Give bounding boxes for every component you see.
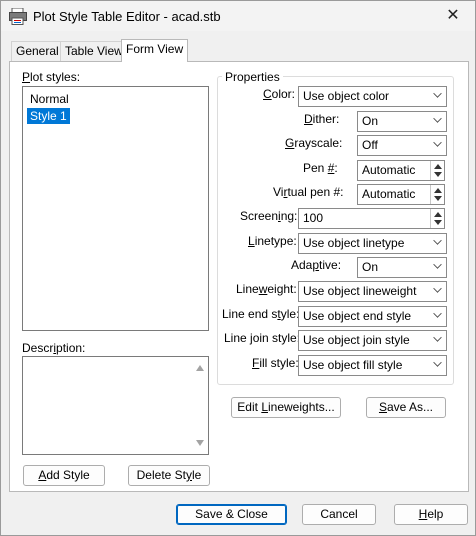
virtual-pen-label: Virtual pen #: bbox=[273, 185, 344, 199]
chevron-down-icon bbox=[433, 358, 442, 367]
screening-label: Screening: bbox=[240, 209, 298, 223]
grayscale-dropdown[interactable]: Off bbox=[357, 135, 447, 156]
fill-style-dropdown[interactable]: Use object fill style bbox=[298, 355, 447, 376]
color-label: Color: bbox=[263, 87, 296, 101]
description-label: Description: bbox=[22, 341, 86, 355]
spinner-arrows-icon[interactable] bbox=[430, 185, 444, 204]
window-title: Plot Style Table Editor - acad.stb bbox=[33, 9, 221, 24]
chevron-down-icon bbox=[433, 284, 442, 293]
line-join-style-label: Line join style: bbox=[224, 331, 301, 345]
linetype-dropdown[interactable]: Use object linetype bbox=[298, 233, 447, 254]
title-bar: Plot Style Table Editor - acad.stb ✕ bbox=[1, 1, 475, 31]
plot-styles-list[interactable]: Normal Style 1 bbox=[22, 86, 209, 331]
chevron-down-icon bbox=[433, 114, 442, 123]
cancel-button[interactable]: Cancel bbox=[302, 504, 376, 525]
line-join-style-dropdown[interactable]: Use object join style bbox=[298, 330, 447, 351]
virtual-pen-stepper[interactable]: Automatic bbox=[357, 184, 445, 205]
chevron-down-icon bbox=[433, 89, 442, 98]
chevron-down-icon bbox=[433, 333, 442, 342]
properties-title: Properties bbox=[222, 70, 283, 84]
tab-table-view[interactable]: Table View bbox=[60, 41, 128, 61]
lineweight-dropdown[interactable]: Use object lineweight bbox=[298, 281, 447, 302]
line-end-style-dropdown[interactable]: Use object end style bbox=[298, 306, 447, 327]
pen-number-stepper[interactable]: Automatic bbox=[357, 160, 445, 181]
add-style-button[interactable]: Add Style bbox=[23, 465, 105, 486]
plot-styles-label: Plot styles: bbox=[22, 70, 81, 84]
screening-stepper[interactable]: 100 bbox=[298, 208, 445, 229]
scroll-down-icon[interactable] bbox=[196, 440, 204, 446]
color-dropdown[interactable]: Use object color bbox=[298, 86, 447, 107]
chevron-down-icon bbox=[433, 236, 442, 245]
grayscale-label: Grayscale: bbox=[285, 136, 343, 150]
plot-style-editor-window: Plot Style Table Editor - acad.stb ✕ Gen… bbox=[0, 0, 476, 536]
chevron-down-icon bbox=[433, 309, 442, 318]
fill-style-label: Fill style: bbox=[252, 356, 299, 370]
list-item-style-1[interactable]: Style 1 bbox=[27, 108, 70, 124]
adaptive-dropdown[interactable]: On bbox=[357, 257, 447, 278]
delete-style-button[interactable]: Delete Style bbox=[128, 465, 210, 486]
help-button[interactable]: Help bbox=[394, 504, 468, 525]
line-end-style-label: Line end style: bbox=[222, 307, 300, 321]
chevron-down-icon bbox=[433, 260, 442, 269]
adaptive-label: Adaptive: bbox=[291, 258, 342, 272]
save-as-button[interactable]: Save As... bbox=[366, 397, 446, 418]
dither-dropdown[interactable]: On bbox=[357, 111, 447, 132]
scroll-up-icon[interactable] bbox=[196, 365, 204, 371]
edit-lineweights-button[interactable]: Edit Lineweights... bbox=[231, 397, 341, 418]
tab-form-view[interactable]: Form View bbox=[121, 39, 189, 62]
linetype-label: Linetype: bbox=[248, 234, 297, 248]
dither-label: Dither: bbox=[304, 112, 340, 126]
tab-general[interactable]: General bbox=[11, 41, 64, 61]
pen-number-label: Pen #: bbox=[303, 161, 338, 175]
spinner-arrows-icon[interactable] bbox=[430, 161, 444, 180]
description-field[interactable] bbox=[22, 356, 209, 455]
chevron-down-icon bbox=[433, 138, 442, 147]
plot-style-app-icon bbox=[9, 8, 27, 25]
close-icon[interactable]: ✕ bbox=[431, 1, 475, 31]
lineweight-label: Lineweight: bbox=[236, 282, 297, 296]
spinner-arrows-icon[interactable] bbox=[430, 209, 444, 228]
form-view-panel: Plot styles: Normal Style 1 Description:… bbox=[9, 61, 469, 492]
description-scrollbar[interactable] bbox=[193, 357, 208, 454]
save-close-button[interactable]: Save & Close bbox=[176, 504, 287, 525]
list-item-normal[interactable]: Normal bbox=[27, 91, 72, 107]
